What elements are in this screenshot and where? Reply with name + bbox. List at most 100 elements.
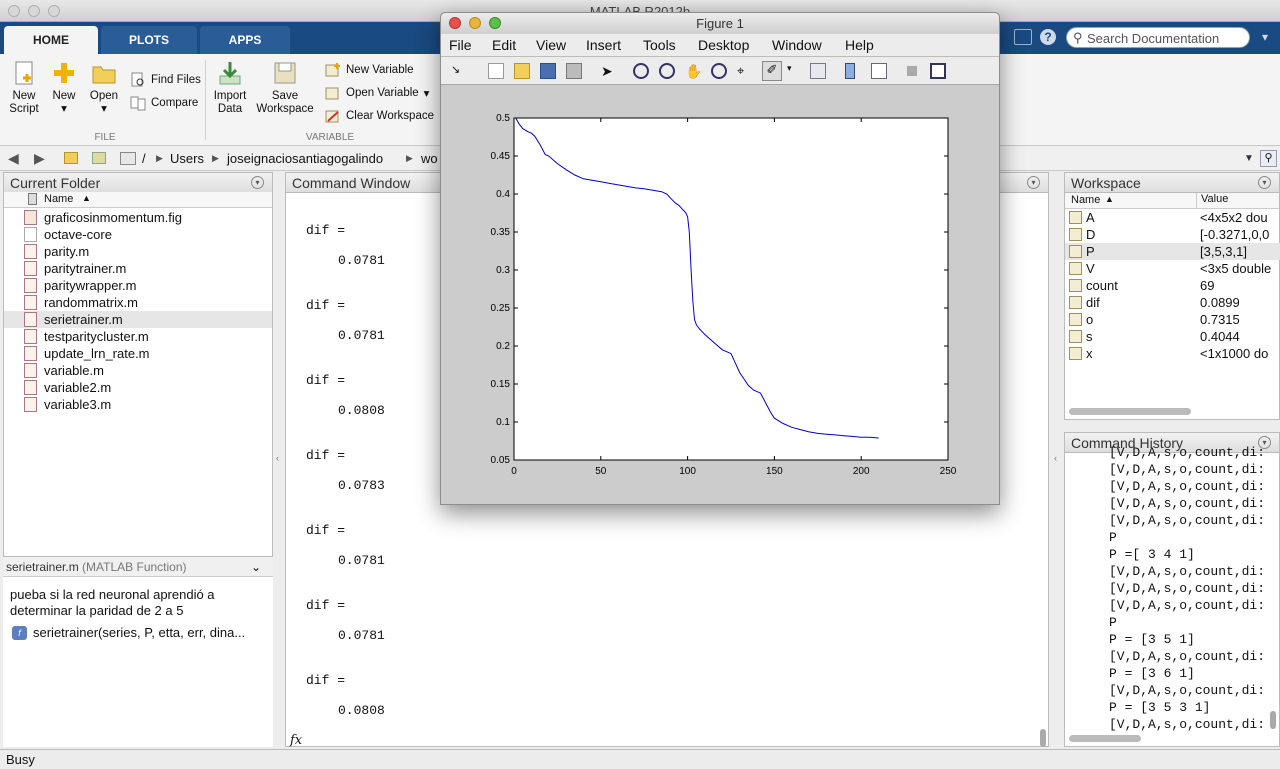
- tab-apps[interactable]: APPS: [200, 26, 290, 54]
- history-entry[interactable]: P = [3 6 1]: [1109, 666, 1195, 681]
- workspace-variable-row[interactable]: D [-0.3271,0,0: [1065, 226, 1280, 243]
- plot-canvas[interactable]: 0 50 100 150 200 250 0.05 0.1 0.15 0.2 0.25 0.3 0.35…: [441, 85, 999, 505]
- fx-prompt-icon[interactable]: fx: [290, 733, 302, 748]
- close-figure-icon[interactable]: [449, 17, 461, 29]
- history-entry[interactable]: [V,D,A,s,o,count,di:: [1109, 581, 1265, 596]
- open-variable-button[interactable]: Open Variable ▾: [325, 85, 429, 101]
- compare-button[interactable]: Compare: [130, 95, 198, 111]
- zoom-in-icon[interactable]: [633, 63, 649, 79]
- file-list-item[interactable]: paritytrainer.m: [4, 260, 272, 277]
- history-entry[interactable]: P = [3 5 1]: [1109, 632, 1195, 647]
- show-plot-tools-icon[interactable]: [930, 63, 946, 79]
- address-dropdown-icon[interactable]: ▼: [1244, 153, 1254, 164]
- data-cursor-icon[interactable]: ⌖: [737, 63, 753, 79]
- file-list-item[interactable]: variable3.m: [4, 396, 272, 413]
- breadcrumb-root[interactable]: /: [142, 151, 146, 166]
- file-list-item[interactable]: parity.m: [4, 243, 272, 260]
- workspace-variable-row[interactable]: dif 0.0899: [1065, 294, 1280, 311]
- menu-file[interactable]: File: [449, 34, 472, 57]
- hide-plot-tools-icon[interactable]: [907, 66, 917, 76]
- breadcrumb-folder[interactable]: wo: [421, 151, 438, 166]
- panel-actions-icon[interactable]: ▾: [1258, 176, 1271, 189]
- history-entry[interactable]: [V,D,A,s,o,count,di:: [1109, 462, 1265, 477]
- file-list-item[interactable]: serietrainer.m: [4, 311, 272, 328]
- new-figure-icon[interactable]: [488, 63, 504, 79]
- history-entry[interactable]: [V,D,A,s,o,count,di:: [1109, 496, 1265, 511]
- file-list-item[interactable]: testparitycluster.m: [4, 328, 272, 345]
- file-list-item[interactable]: update_lrn_rate.m: [4, 345, 272, 362]
- open-file-icon[interactable]: [514, 63, 530, 79]
- history-entry[interactable]: [V,D,A,s,o,count,di:: [1109, 598, 1265, 613]
- workspace-variable-row[interactable]: P [3,5,3,1]: [1065, 243, 1280, 260]
- save-icon[interactable]: [540, 63, 556, 79]
- clear-workspace-button[interactable]: Clear Workspace: [325, 108, 434, 124]
- browse-folder-icon[interactable]: [92, 152, 106, 164]
- menu-insert[interactable]: Insert: [586, 34, 621, 57]
- workspace-variable-row[interactable]: count 69: [1065, 277, 1280, 294]
- workspace-variable-row[interactable]: s 0.4044: [1065, 328, 1280, 345]
- collapse-right-icon[interactable]: ‹: [1054, 453, 1057, 463]
- history-entry[interactable]: P: [1109, 530, 1117, 545]
- menu-window[interactable]: Window: [772, 34, 822, 57]
- brush-icon[interactable]: ✐: [762, 61, 782, 81]
- file-list-item[interactable]: octave-core: [4, 226, 272, 243]
- back-arrow-icon[interactable]: ◀: [8, 150, 19, 167]
- workspace-variable-row[interactable]: V <3x5 double: [1065, 260, 1280, 277]
- rotate-3d-icon[interactable]: [711, 63, 727, 79]
- open-button[interactable]: Open ▾: [88, 60, 120, 116]
- menu-view[interactable]: View: [536, 34, 566, 57]
- zoom-figure-icon[interactable]: [489, 17, 501, 29]
- help-icon[interactable]: ?: [1040, 29, 1056, 45]
- history-entry[interactable]: [V,D,A,s,o,count,di:: [1109, 564, 1265, 579]
- workspace-variable-row[interactable]: A <4x5x2 dou: [1065, 209, 1280, 226]
- link-plot-icon[interactable]: [810, 63, 826, 79]
- up-folder-icon[interactable]: [64, 152, 78, 164]
- vertical-scrollbar[interactable]: [1040, 729, 1046, 747]
- menu-tools[interactable]: Tools: [643, 34, 676, 57]
- pan-hand-icon[interactable]: ✋: [685, 63, 702, 79]
- history-entry[interactable]: [V,D,A,s,o,count,di:: [1109, 683, 1265, 698]
- new-variable-button[interactable]: New Variable: [325, 62, 414, 78]
- save-workspace-button[interactable]: Save Workspace: [254, 60, 316, 116]
- chevron-down-icon[interactable]: ⌄: [251, 557, 261, 577]
- file-list-item[interactable]: graficosinmomentum.fig: [4, 209, 272, 226]
- import-data-button[interactable]: Import Data: [210, 60, 250, 116]
- layout-icon[interactable]: [1014, 29, 1032, 45]
- panel-actions-icon[interactable]: ▾: [1027, 176, 1040, 189]
- panel-actions-icon[interactable]: ▾: [251, 176, 264, 189]
- pointer-icon[interactable]: ➤: [601, 63, 617, 79]
- history-entry[interactable]: [V,D,A,s,o,count,di:: [1109, 649, 1265, 664]
- horizontal-scrollbar[interactable]: [1069, 408, 1191, 415]
- workspace-column-header[interactable]: Name ▲ Value: [1065, 193, 1279, 209]
- collapse-ribbon-icon[interactable]: ▾: [1262, 30, 1276, 44]
- menu-edit[interactable]: Edit: [492, 34, 516, 57]
- dock-arrow-icon[interactable]: ↘: [451, 63, 467, 79]
- collapse-left-icon[interactable]: ‹: [276, 453, 279, 463]
- history-entry[interactable]: [V,D,A,s,o,count,di:: [1109, 717, 1265, 732]
- search-folder-icon[interactable]: ⚲: [1260, 150, 1277, 167]
- zoom-out-icon[interactable]: [659, 63, 675, 79]
- history-entry[interactable]: P =[ 3 4 1]: [1109, 547, 1195, 562]
- chevron-down-icon[interactable]: ▾: [787, 63, 803, 79]
- horizontal-scrollbar[interactable]: [1069, 735, 1141, 742]
- forward-arrow-icon[interactable]: ▶: [34, 150, 45, 167]
- find-files-button[interactable]: Find Files: [130, 72, 201, 88]
- workspace-variable-row[interactable]: x <1x1000 do: [1065, 345, 1280, 362]
- history-entry[interactable]: [V,D,A,s,o,count,di:: [1109, 445, 1265, 460]
- name-column-header[interactable]: Name ▲: [4, 192, 272, 208]
- history-entry[interactable]: [V,D,A,s,o,count,di:: [1109, 479, 1265, 494]
- breadcrumb-user[interactable]: joseignaciosantiagogalindo: [227, 151, 383, 166]
- print-icon[interactable]: [566, 63, 582, 79]
- new-script-button[interactable]: New Script: [6, 60, 42, 116]
- history-entry[interactable]: P = [3 5 3 1]: [1109, 700, 1210, 715]
- file-list-item[interactable]: variable2.m: [4, 379, 272, 396]
- vertical-scrollbar[interactable]: [1270, 711, 1276, 729]
- minimize-figure-icon[interactable]: [469, 17, 481, 29]
- menu-help[interactable]: Help: [845, 34, 874, 57]
- colorbar-icon[interactable]: [845, 63, 855, 79]
- file-list-item[interactable]: randommatrix.m: [4, 294, 272, 311]
- tab-plots[interactable]: PLOTS: [101, 26, 197, 54]
- workspace-variable-row[interactable]: o 0.7315: [1065, 311, 1280, 328]
- file-list-item[interactable]: variable.m: [4, 362, 272, 379]
- details-header[interactable]: serietrainer.m (MATLAB Function) ⌄: [3, 557, 273, 577]
